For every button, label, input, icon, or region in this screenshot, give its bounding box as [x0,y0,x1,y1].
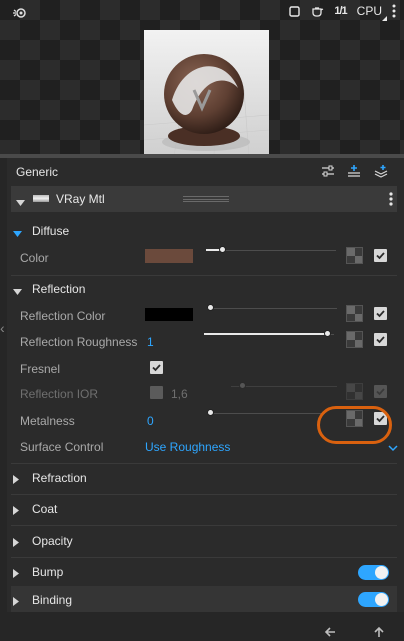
reflection-color-row: Reflection Color [11,302,397,328]
footer-bar [0,612,404,640]
render-device-button[interactable]: CPU [356,4,387,21]
texture-map-icon [346,383,363,400]
section-binding[interactable]: Binding [11,586,397,613]
texture-map-icon[interactable] [346,247,363,264]
chevron-down-icon[interactable] [13,226,22,240]
section-opacity[interactable]: Opacity [11,529,397,553]
section-label: Bump [32,565,64,579]
chevron-right-icon[interactable] [13,473,19,487]
wand-icon[interactable] [12,6,28,23]
reflection-color-swatch[interactable] [145,308,193,321]
arrow-left-icon[interactable] [324,626,336,641]
divider [11,525,397,526]
roughness-slider[interactable] [204,328,334,341]
reflection-ior-row: Reflection IOR 1,6 [11,380,397,406]
chevron-right-icon[interactable] [13,504,19,518]
ior-value: 1,6 [171,387,188,401]
ior-lock-checkbox[interactable] [150,386,163,399]
color-label: Color [20,251,49,265]
section-refraction[interactable]: Refraction [11,466,397,490]
ior-slider [231,380,337,393]
reflection-color-checkbox[interactable] [374,307,387,320]
chevron-down-icon[interactable] [16,195,25,209]
fresnel-checkbox[interactable] [150,361,163,374]
binding-toggle[interactable] [358,592,389,607]
material-kebab-icon[interactable] [389,191,393,210]
fresnel-label: Fresnel [20,362,61,376]
reflection-roughness-row: Reflection Roughness 1 [11,328,397,354]
arrow-up-icon[interactable] [373,626,385,641]
collapse-left-icon[interactable]: ‹ [0,320,5,336]
divider [11,557,397,558]
material-name: VRay Mtl [56,192,105,206]
metalness-label: Metalness [20,414,75,428]
texture-map-icon[interactable] [346,331,363,348]
divider [11,494,397,495]
roughness-value[interactable]: 1 [147,335,154,349]
diffuse-color-slider[interactable] [206,244,336,257]
dropdown-corner-icon [382,16,387,21]
roughness-checkbox[interactable] [374,333,387,346]
kebab-menu-icon[interactable] [392,4,396,18]
diffuse-enable-checkbox[interactable] [374,249,387,262]
diffuse-color-swatch[interactable] [145,249,193,263]
material-swatch [33,195,49,202]
section-diffuse[interactable]: Diffuse [11,219,397,243]
panel-header: Generic [7,158,397,186]
material-editor-panel: Generic VRay Mtl Diffuse Color Reflectio… [7,158,404,640]
add-stack-icon[interactable] [373,164,389,181]
metalness-value[interactable]: 0 [147,414,154,428]
divider [11,463,397,464]
section-coat[interactable]: Coat [11,497,397,521]
diffuse-color-row: Color [11,244,397,270]
chevron-down-icon[interactable] [13,284,22,298]
drag-handle[interactable] [183,196,229,202]
material-row[interactable]: VRay Mtl [11,186,397,212]
highlight-ring [317,406,392,444]
section-label: Coat [32,502,58,516]
ior-label: Reflection IOR [20,387,99,401]
square-icon[interactable] [289,5,301,17]
texture-map-icon[interactable] [346,305,363,322]
aspect-ratio-button[interactable]: 1/1 [334,5,347,17]
chevron-right-icon[interactable] [13,567,19,581]
render-device-label: CPU [356,4,382,18]
teapot-icon[interactable] [310,5,324,17]
section-label: Binding [32,593,73,607]
fresnel-row: Fresnel [11,355,397,381]
chevron-down-icon[interactable] [388,441,398,455]
section-label: Reflection [32,282,86,296]
surface-control-dropdown[interactable]: Use Roughness [145,440,230,454]
chevron-right-icon[interactable] [13,595,19,609]
bump-toggle[interactable] [358,565,389,580]
section-label: Refraction [32,471,87,485]
chevron-right-icon[interactable] [13,536,19,550]
section-bump[interactable]: Bump [11,560,397,584]
add-layer-icon[interactable] [347,164,361,181]
ior-checkbox [374,385,387,398]
section-label: Opacity [32,534,73,548]
adjust-sliders-icon[interactable] [321,164,335,181]
metalness-slider[interactable] [207,407,325,420]
section-label: Diffuse [32,224,70,238]
divider [11,275,397,276]
roughness-label: Reflection Roughness [20,335,138,349]
surface-control-label: Surface Control [20,440,104,454]
panel-title: Generic [16,165,59,179]
section-reflection[interactable]: Reflection [11,277,397,301]
material-preview-area: 1/1 CPU [0,0,404,157]
reflection-color-slider[interactable] [207,302,337,315]
reflection-color-label: Reflection Color [20,309,106,323]
material-thumbnail [144,30,269,157]
